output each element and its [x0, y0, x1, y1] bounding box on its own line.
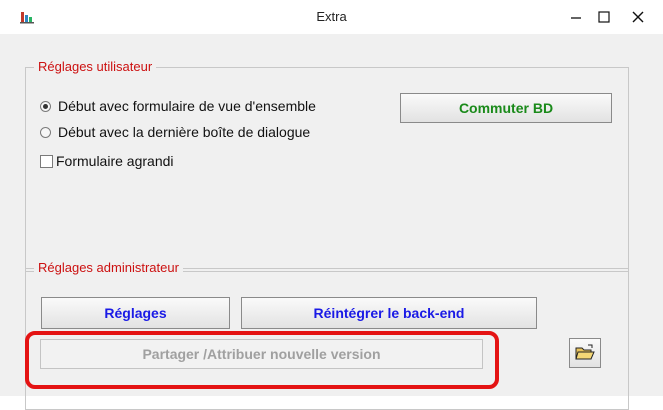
radio-overview-form[interactable]: Début avec formulaire de vue d'ensemble [40, 98, 364, 114]
open-folder-button[interactable] [569, 338, 601, 368]
radio-last-dialog-label: Début avec la dernière boîte de dialogue [58, 124, 311, 140]
close-button[interactable] [618, 0, 658, 34]
checkbox-enlarged-indicator[interactable] [40, 154, 53, 168]
settings-button[interactable]: Réglages [41, 297, 230, 329]
checkbox-enlarged-label: Formulaire agrandi [56, 153, 174, 169]
dialog-body: Réglages utilisateur Début avec formulai… [0, 34, 663, 410]
switch-db-button[interactable]: Commuter BD [400, 93, 612, 123]
red-highlight-annotation [25, 331, 499, 389]
reintegrate-backend-button[interactable]: Réintégrer le back-end [241, 297, 537, 329]
close-icon [632, 11, 644, 23]
title-bar: Extra [0, 0, 663, 34]
radio-last-dialog-indicator[interactable] [40, 126, 51, 138]
admin-settings-legend: Réglages administrateur [34, 260, 183, 276]
maximize-icon [598, 11, 610, 23]
minimize-icon [571, 17, 581, 19]
radio-overview-label: Début avec formulaire de vue d'ensemble [58, 98, 316, 114]
radio-overview-indicator[interactable] [40, 100, 51, 112]
user-settings-group: Réglages utilisateur Début avec formulai… [25, 59, 629, 272]
radio-last-dialog[interactable]: Début avec la dernière boîte de dialogue [40, 124, 310, 140]
checkbox-enlarged-form[interactable]: Formulaire agrandi [40, 153, 174, 169]
open-folder-icon [575, 344, 595, 360]
user-settings-legend: Réglages utilisateur [34, 59, 157, 75]
